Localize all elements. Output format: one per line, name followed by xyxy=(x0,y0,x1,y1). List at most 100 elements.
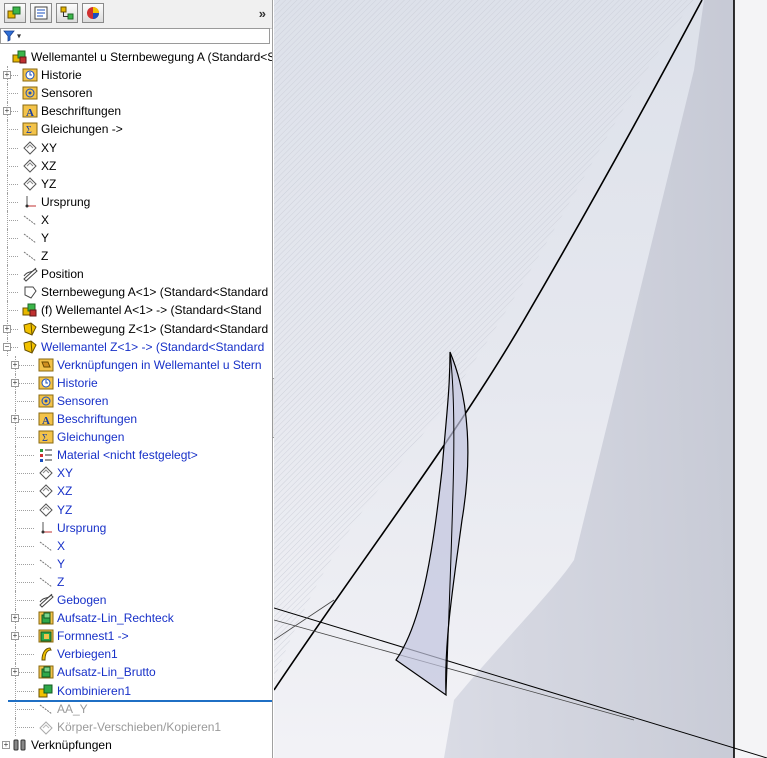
tree-item[interactable]: Y xyxy=(0,229,272,247)
rollback-bar[interactable] xyxy=(8,700,272,702)
plane-icon xyxy=(22,140,38,156)
tree-item[interactable]: Σ Gleichungen -> xyxy=(0,120,272,139)
annotation-icon: A xyxy=(38,411,54,427)
tree-item[interactable]: XY xyxy=(0,464,272,483)
tree-item-label: Verknüpfungen in Wellemantel u Stern xyxy=(57,357,262,372)
tree-item[interactable]: Wellemantel u Sternbewegung A (Standard<… xyxy=(0,48,272,66)
origin-icon xyxy=(22,194,38,210)
tree-item[interactable]: YZ xyxy=(0,500,272,519)
tree-item[interactable]: + Aufsatz-Lin_Rechteck xyxy=(0,609,272,628)
tree-item[interactable]: Ursprung xyxy=(0,192,272,211)
tree-item-label: XZ xyxy=(41,158,57,173)
tree-item-label: Z xyxy=(41,249,49,264)
tree-item[interactable]: + A Beschriftungen xyxy=(0,102,272,121)
filter-dropdown-arrow[interactable]: ▾ xyxy=(17,32,21,41)
tree-item[interactable]: Körper-Verschieben/Kopieren1 xyxy=(0,717,272,736)
tree-item[interactable]: XZ xyxy=(0,156,272,175)
collapse-toggle[interactable]: − xyxy=(3,342,11,351)
expand-toggle[interactable]: + xyxy=(11,378,19,387)
part-icon xyxy=(22,321,38,337)
tree-item-label: AA_Y xyxy=(57,701,88,716)
expand-tabs-button[interactable]: » xyxy=(259,6,266,21)
tree-item[interactable]: + Historie xyxy=(0,66,272,85)
svg-text:A: A xyxy=(26,107,34,119)
tree-item-label: X xyxy=(57,538,66,553)
display-manager-tab[interactable] xyxy=(82,3,104,23)
feature-manager-tab[interactable] xyxy=(4,3,26,23)
expand-toggle[interactable]: + xyxy=(11,668,19,677)
expand-toggle[interactable]: + xyxy=(2,740,10,749)
tree-item[interactable]: Sensoren xyxy=(0,391,272,410)
tree-item[interactable]: Position xyxy=(0,265,272,284)
tree-item[interactable]: AA_Y xyxy=(0,699,272,718)
tree-item[interactable]: + Formnest1 -> xyxy=(0,627,272,646)
history-icon xyxy=(38,375,54,391)
mates-folder-icon xyxy=(38,357,54,373)
tree-item[interactable]: + Historie xyxy=(0,373,272,392)
tree-item[interactable]: X xyxy=(0,536,272,555)
sensor-icon xyxy=(38,393,54,409)
filter-icon[interactable]: ▾ xyxy=(3,30,21,42)
origin-icon xyxy=(38,520,54,536)
expand-toggle[interactable]: + xyxy=(11,360,19,369)
tree-item[interactable]: (f) Wellemantel A<1> -> (Standard<Stand xyxy=(0,301,272,320)
tree-item-label: Y xyxy=(41,231,50,245)
axis-icon xyxy=(22,230,38,246)
tree-connector-line xyxy=(7,292,18,294)
sketch-icon xyxy=(22,266,38,282)
expand-toggle[interactable]: + xyxy=(11,415,19,423)
plane-icon xyxy=(22,158,38,174)
tree-item[interactable]: + A Beschriftungen xyxy=(0,410,272,428)
tree-item-label: XY xyxy=(41,140,58,155)
property-manager-tab[interactable] xyxy=(30,3,52,23)
tree-item-label: Wellemantel Z<1> -> (Standard<Standard xyxy=(41,339,265,354)
tree-item-label: Sternbewegung Z<1> (Standard<Standard xyxy=(41,321,269,336)
graphics-area-3d-view[interactable] xyxy=(274,0,767,758)
manager-tab-bar: » xyxy=(0,0,272,29)
tree-item[interactable]: Kombinieren1 xyxy=(0,681,272,700)
tree-connector-line xyxy=(7,93,18,95)
tree-item[interactable]: Y xyxy=(0,554,272,573)
tree-item[interactable]: Sensoren xyxy=(0,84,272,103)
tree-connector-line xyxy=(7,256,18,258)
axis-icon xyxy=(38,701,54,717)
tree-item[interactable]: Verbiegen1 xyxy=(0,645,272,664)
configuration-manager-tab[interactable] xyxy=(56,3,78,23)
tree-item[interactable]: XZ xyxy=(0,482,272,501)
extrude-icon xyxy=(38,664,54,680)
tree-item-label: Z xyxy=(57,574,65,589)
tree-item[interactable]: Σ Gleichungen xyxy=(0,428,272,447)
tree-connector-line xyxy=(15,527,34,529)
tree-item[interactable]: + Verknüpfungen xyxy=(0,736,272,754)
tree-item[interactable]: Z xyxy=(0,572,272,591)
tree-item[interactable]: + Aufsatz-Lin_Brutto xyxy=(0,663,272,682)
expand-toggle[interactable]: + xyxy=(3,71,11,80)
tree-connector-line xyxy=(15,708,34,710)
expand-toggle[interactable]: + xyxy=(11,632,19,641)
tree-item[interactable]: Z xyxy=(0,247,272,266)
tree-item[interactable]: Sternbewegung A<1> (Standard<Standard xyxy=(0,283,272,302)
filter-bar[interactable]: ▾ xyxy=(0,28,270,44)
tree-connector-line xyxy=(7,183,18,185)
tree-item-label: XZ xyxy=(57,484,73,499)
expand-toggle[interactable]: + xyxy=(3,107,11,116)
tree-item[interactable]: XY xyxy=(0,138,272,157)
tree-item[interactable]: YZ xyxy=(0,174,272,193)
tree-item[interactable]: Gebogen xyxy=(0,591,272,609)
tree-item[interactable]: X xyxy=(0,210,272,229)
tree-item[interactable]: − Wellemantel Z<1> -> (Standard<Standard xyxy=(0,337,272,356)
expand-toggle[interactable]: + xyxy=(11,614,19,623)
tree-item-label: Gleichungen xyxy=(57,430,125,445)
tree-item-label: Ursprung xyxy=(57,520,107,535)
tree-item-label: Position xyxy=(41,267,84,282)
combine-icon xyxy=(38,683,54,699)
expand-toggle[interactable]: + xyxy=(3,324,11,333)
tree-item[interactable]: Material <nicht festgelegt> xyxy=(0,446,272,465)
tree-item[interactable]: + Sternbewegung Z<1> (Standard<Standard xyxy=(0,319,272,338)
tree-item[interactable]: + Verknüpfungen in Wellemantel u Stern xyxy=(0,355,272,374)
axis-icon xyxy=(22,212,38,228)
tree-item-label: XY xyxy=(57,466,74,481)
flex-icon xyxy=(38,646,54,662)
tree-item-label: Historie xyxy=(57,375,98,390)
tree-item[interactable]: Ursprung xyxy=(0,518,272,537)
